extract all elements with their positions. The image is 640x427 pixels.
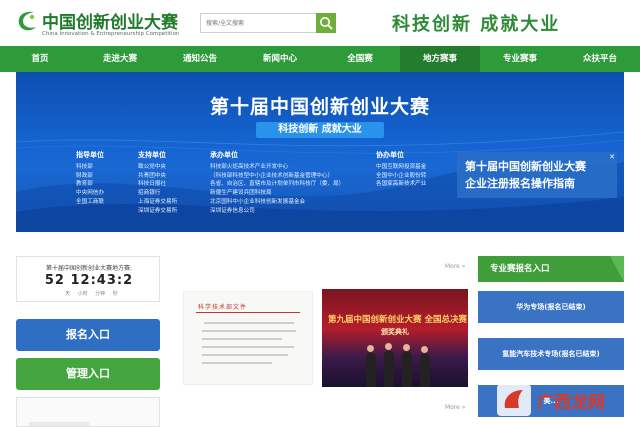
org-line: 中国互联网投资基金	[376, 164, 427, 170]
header-corner-decoration	[610, 256, 624, 282]
panel-placeholder-line	[29, 422, 89, 426]
org-column-co-organizer: 协办单位 中国互联网投资基金 全国中小企业股份转 各国家高新技术产业	[376, 150, 426, 189]
main-nav: 首页 走进大赛 通知公告 新闻中心 全国赛 地方赛事 专业赛事 众扶平台	[0, 46, 640, 72]
nav-item-local[interactable]: 地方赛事	[400, 46, 480, 72]
left-info-panel	[16, 397, 160, 427]
org-line: 北京国科中小企业科技创新发展基金会	[210, 198, 306, 205]
watermark-text: 广西龙网	[537, 392, 605, 413]
org-line: 各国家高新技术产业	[376, 181, 427, 188]
org-line: 中央网信办	[76, 190, 104, 197]
countdown-timer: 第十届中国创新创业大赛地方赛: 52 12:43:2 天 小时 分钟 秒	[16, 256, 160, 302]
org-line: 招商银行	[138, 190, 161, 197]
org-line: （科技部科技型中小企业技术创新基金管理中心）	[210, 172, 334, 179]
photo-title: 第九届中国创新创业大赛 全国总决赛	[328, 315, 467, 325]
logo-subtitle: China Innovation & Entrepreneurship Comp…	[42, 31, 180, 37]
org-line: 致公党中央	[138, 164, 166, 170]
countdown-value: 52 12:43:2	[44, 273, 134, 288]
org-column-support: 支持单位 致公党中央 共青团中央 科技日报社 招商银行 上海证券交易所 深圳证券…	[138, 150, 177, 215]
org-line: 各省、自治区、直辖市及计划单列市科技厅（委、局）	[210, 181, 345, 188]
document-text-line	[202, 362, 272, 364]
popup-line-1: 第十届中国创新创业大赛	[465, 160, 586, 173]
person-figure	[366, 353, 376, 387]
news-document-thumbnail[interactable]: 科学技术部文件	[183, 291, 313, 385]
search-button[interactable]	[316, 13, 336, 33]
header-slogan: 科技创新 成就大业	[392, 14, 561, 35]
person-head	[385, 343, 392, 350]
org-line: 科技部	[76, 164, 93, 170]
close-icon[interactable]: ✕	[609, 153, 615, 161]
document-text-line	[202, 346, 294, 348]
person-figure	[402, 352, 412, 387]
search-icon	[320, 17, 333, 30]
watermark-logo: 广西龙网	[497, 384, 605, 416]
banner-slogan: 科技创新 成就大业	[256, 122, 384, 138]
logo-title: 中国创新创业大赛	[42, 13, 178, 33]
org-line: 深圳证券信息公司	[210, 207, 255, 214]
org-column-organizer: 承办单位 科技部火炬高技术产业开发中心 （科技部科技型中小企业技术创新基金管理中…	[210, 150, 344, 215]
nav-item-about[interactable]: 走进大赛	[80, 46, 160, 72]
document-text-line	[204, 322, 294, 324]
org-column-head: 协办单位	[376, 151, 404, 159]
nav-item-notices[interactable]: 通知公告	[160, 46, 240, 72]
site-header: 中国创新创业大赛 China Innovation & Entrepreneur…	[0, 0, 640, 46]
org-column-head: 指导单位	[76, 151, 104, 159]
countdown-units: 天 小时 分钟 秒	[65, 291, 118, 297]
org-column-head: 支持单位	[138, 151, 166, 159]
org-line: 科技部火炬高技术产业开发中心	[210, 164, 289, 170]
hero-banner[interactable]: 第十届中国创新创业大赛 科技创新 成就大业 指导单位 科技部 财政部 教育部 中…	[16, 72, 624, 232]
org-line: 新疆生产建设兵团科技局	[210, 190, 272, 197]
logo-swoosh-icon	[18, 11, 36, 31]
document-text-line	[202, 330, 296, 332]
search-box	[200, 13, 336, 33]
org-line: 教育部	[76, 181, 93, 188]
signup-button[interactable]: 报名入口	[16, 319, 160, 351]
banner-title: 第十届中国创新创业大赛	[209, 96, 430, 118]
person-figure	[384, 351, 394, 387]
org-line: 上海证券交易所	[138, 198, 178, 205]
professional-entry-title: 专业赛报名入口	[490, 264, 550, 274]
special-track-hydrogen[interactable]: 氢能汽车技术专场(报名已结束)	[478, 338, 624, 370]
document-text-line	[202, 354, 288, 356]
person-figure	[420, 354, 430, 387]
site-logo[interactable]: 中国创新创业大赛 China Innovation & Entrepreneur…	[14, 6, 194, 42]
popup-line-2: 企业注册报名操作指南	[465, 177, 575, 190]
org-line: 全国中小企业股份转	[376, 172, 427, 179]
document-red-rule	[196, 312, 300, 313]
professional-entry-header: 专业赛报名入口	[478, 256, 624, 282]
nav-item-professional[interactable]: 专业赛事	[480, 46, 560, 72]
person-head	[421, 346, 428, 353]
nav-item-national[interactable]: 全国赛	[320, 46, 400, 72]
org-line: 财政部	[76, 172, 93, 179]
search-input[interactable]	[200, 13, 316, 33]
org-line: 深圳证券交易所	[138, 207, 178, 214]
special-track-huawei[interactable]: 华为专场(报名已结束)	[478, 291, 624, 323]
person-head	[367, 345, 374, 352]
person-head	[403, 344, 410, 351]
photo-subtitle: 颁奖典礼	[381, 328, 409, 336]
nav-item-news[interactable]: 新闻中心	[240, 46, 320, 72]
document-header: 科学技术部文件	[198, 304, 248, 311]
document-text-line	[202, 338, 282, 340]
more-link[interactable]: More »	[445, 263, 465, 270]
org-line: 科技日报社	[138, 181, 166, 188]
nav-item-home[interactable]: 首页	[0, 46, 80, 72]
org-column-guidance: 指导单位 科技部 财政部 教育部 中央网信办 全国工商联	[76, 150, 104, 207]
org-line: 全国工商联	[76, 198, 104, 205]
countdown-label: 第十届中国创新创业大赛地方赛:	[45, 265, 133, 272]
manage-button[interactable]: 管理入口	[16, 358, 160, 390]
nav-item-support-platform[interactable]: 众扶平台	[560, 46, 640, 72]
org-column-head: 承办单位	[210, 151, 238, 159]
news-award-photo[interactable]: 第九届中国创新创业大赛 全国总决赛 颁奖典礼	[322, 289, 468, 387]
registration-guide-popup[interactable]: ✕ 第十届中国创新创业大赛 企业注册报名操作指南	[457, 152, 617, 198]
more-link[interactable]: More »	[445, 404, 465, 411]
org-line: 共青团中央	[138, 172, 166, 179]
